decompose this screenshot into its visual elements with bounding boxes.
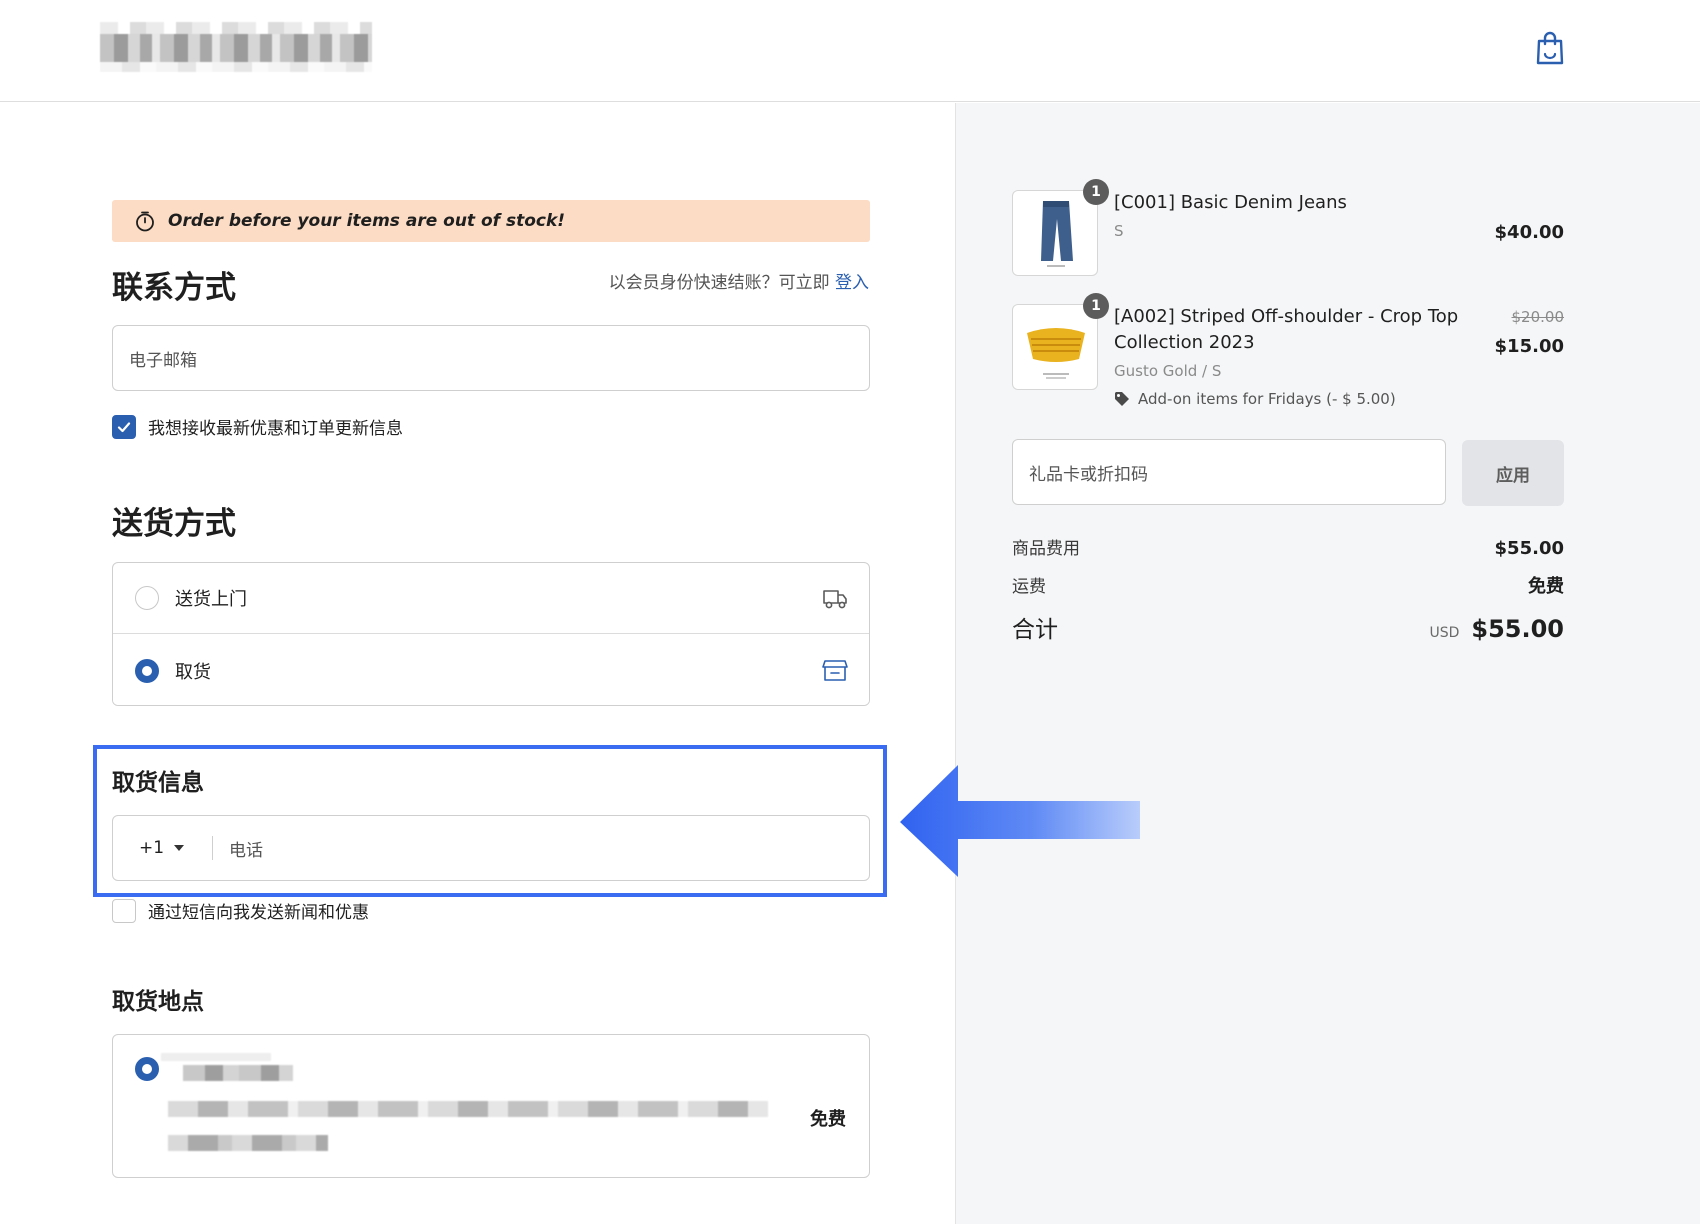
- login-hint-text: 以会员身份快速结账？可立即: [608, 273, 830, 293]
- subtotal-label: 商品费用: [1012, 539, 1080, 559]
- item-original-price: $20.00: [1511, 308, 1565, 326]
- highlight-annotation-box: [93, 745, 887, 897]
- location-address-redacted: [168, 1101, 768, 1117]
- product-image-jeans: 1: [1012, 179, 1109, 276]
- pickup-location-option[interactable]: 免费: [112, 1034, 870, 1178]
- item-variant: S: [1114, 222, 1124, 240]
- ship-radio[interactable]: [135, 586, 159, 610]
- quantity-badge: 1: [1083, 293, 1109, 319]
- delivery-option-ship[interactable]: 送货上门: [113, 563, 869, 634]
- shopping-bag-icon[interactable]: [1535, 30, 1565, 66]
- sms-checkbox-row[interactable]: 通过短信向我发送新闻和优惠: [112, 898, 369, 923]
- crop-top-image: [1027, 328, 1085, 379]
- banner-text: Order before your items are out of stock…: [168, 211, 566, 231]
- shipping-value: 免费: [1528, 576, 1564, 597]
- pickup-option-label: 取货: [175, 661, 211, 683]
- location-name-redacted: [183, 1065, 293, 1081]
- truck-icon: [823, 590, 847, 609]
- total-row: 合计 USD $55.00: [1012, 610, 1564, 644]
- location-radio[interactable]: [135, 1057, 159, 1081]
- delivery-method-group: 送货上门 取货: [112, 562, 870, 706]
- cart-item: 1 [A002] Striped Off-shoulder - Crop Top…: [1012, 293, 1565, 414]
- quantity-badge: 1: [1083, 179, 1109, 205]
- jeans-image: [1041, 201, 1073, 267]
- newsletter-label: 我想接收最新优惠和订单更新信息: [148, 419, 403, 439]
- discount-code-placeholder: 礼品卡或折扣码: [1029, 464, 1148, 485]
- email-placeholder: 电子邮箱: [129, 350, 197, 371]
- discount-label: Add-on items for Fridays (- $ 5.00): [1138, 390, 1396, 408]
- timer-icon: [136, 211, 154, 232]
- cart-item: 1 [C001] Basic Denim Jeans S $40.00: [1012, 179, 1564, 280]
- store-logo[interactable]: [100, 22, 372, 72]
- login-link[interactable]: 登入: [835, 273, 869, 293]
- newsletter-checkbox-row[interactable]: 我想接收最新优惠和订单更新信息: [112, 414, 403, 439]
- subtotal-row: 商品费用 $55.00: [1012, 534, 1564, 559]
- product-image-crop-top: 1: [1012, 293, 1109, 390]
- item-price: $15.00: [1494, 336, 1564, 357]
- apply-button[interactable]: 应用: [1462, 440, 1564, 506]
- item-variant: Gusto Gold / S: [1114, 362, 1222, 380]
- shipping-label: 运费: [1012, 577, 1046, 597]
- email-field[interactable]: 电子邮箱: [112, 325, 870, 391]
- item-price: $40.00: [1494, 222, 1564, 243]
- item-discount: Add-on items for Fridays (- $ 5.00): [1114, 390, 1396, 408]
- shipping-row: 运费 免费: [1012, 572, 1564, 598]
- checkmark-icon: [117, 421, 131, 432]
- login-hint: 以会员身份快速结账？可立即 登入: [609, 268, 869, 293]
- location-detail-redacted: [168, 1135, 328, 1151]
- stock-warning-banner: Order before your items are out of stock…: [112, 200, 870, 242]
- pickup-location-heading: 取货地点: [112, 989, 204, 1015]
- delivery-heading: 送货方式: [112, 506, 236, 542]
- pickup-radio[interactable]: [135, 658, 159, 683]
- site-header: [0, 0, 1700, 102]
- store-icon: [822, 660, 848, 681]
- sms-checkbox[interactable]: [112, 898, 136, 923]
- sms-label: 通过短信向我发送新闻和优惠: [148, 903, 369, 923]
- total-amount: $55.00: [1471, 615, 1564, 643]
- subtotal-value: $55.00: [1494, 538, 1564, 559]
- newsletter-checkbox[interactable]: [112, 414, 136, 439]
- item-title: [A002] Striped Off-shoulder - Crop Top C…: [1114, 306, 1459, 353]
- total-label: 合计: [1012, 617, 1058, 643]
- location-price: 免费: [810, 1109, 846, 1130]
- discount-code-input[interactable]: 礼品卡或折扣码: [1012, 439, 1446, 505]
- delivery-option-pickup[interactable]: 取货: [113, 635, 869, 705]
- ship-option-label: 送货上门: [175, 589, 247, 610]
- arrow-annotation-icon: [900, 765, 1140, 877]
- item-title: [C001] Basic Denim Jeans: [1114, 192, 1347, 213]
- total-value-group: USD $55.00: [1429, 615, 1564, 643]
- contact-heading: 联系方式: [112, 270, 236, 306]
- tag-icon: [1115, 392, 1129, 406]
- currency-code: USD: [1429, 625, 1460, 641]
- location-name-redacted: [161, 1053, 271, 1061]
